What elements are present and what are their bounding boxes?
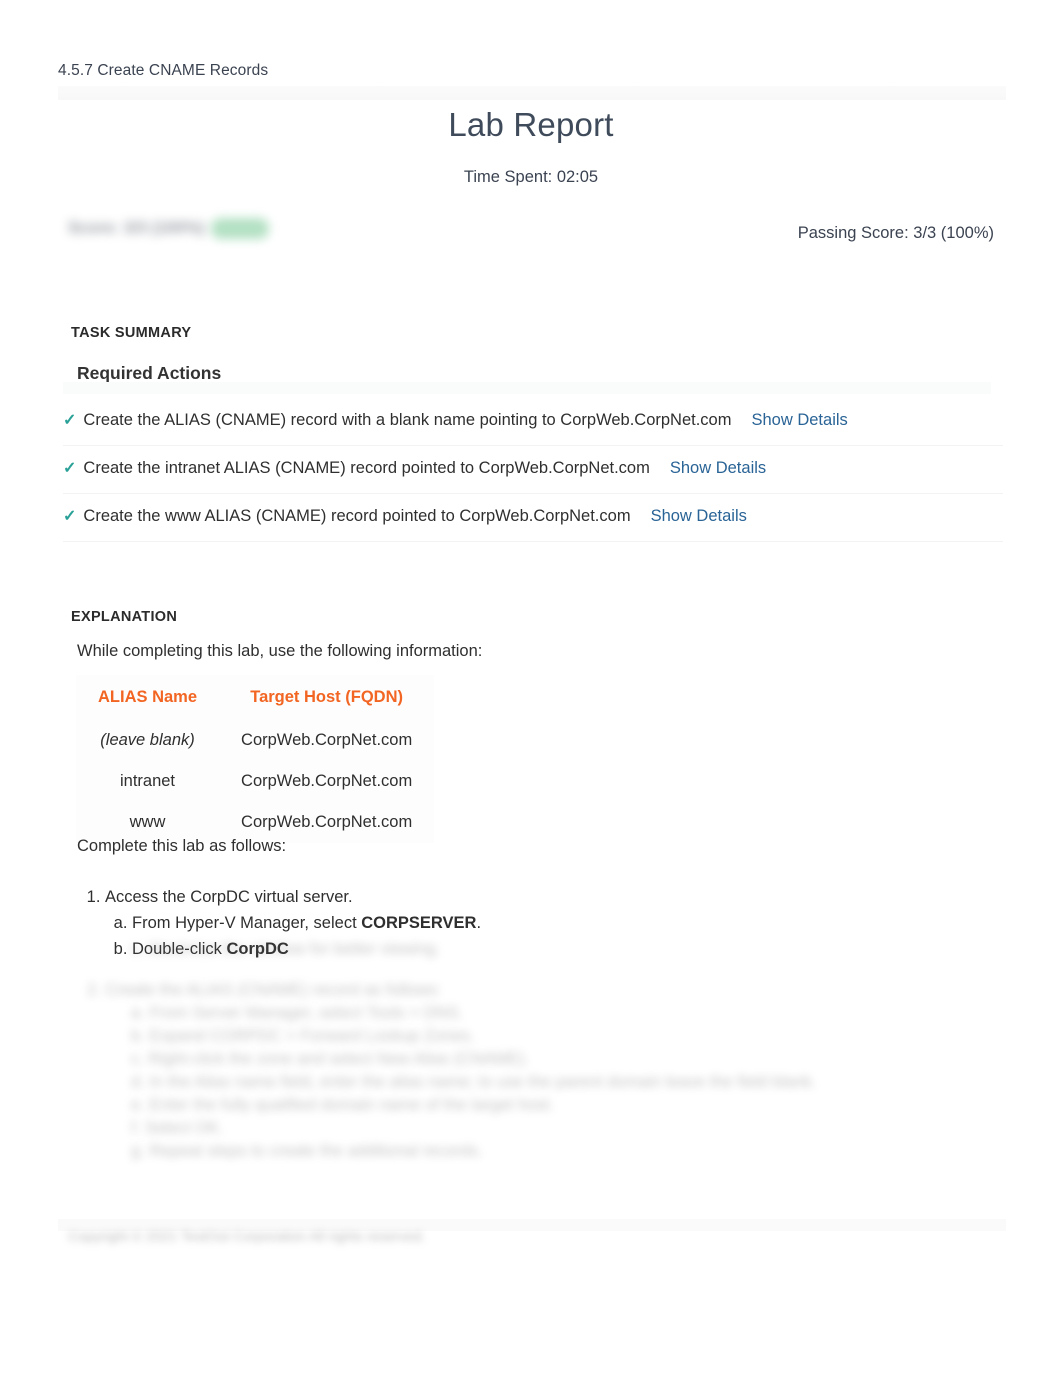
footer-copyright: Copyright © 2021 TestOut Corporation All… bbox=[68, 1228, 426, 1244]
obscured-step-line: g. Repeat steps to create the additional… bbox=[131, 1142, 483, 1160]
show-details-link[interactable]: Show Details bbox=[651, 507, 747, 525]
substep-pre: From Hyper-V Manager, select bbox=[132, 914, 362, 932]
obscured-step-line: c. Maximize the window for better viewin… bbox=[131, 940, 441, 958]
column-header-alias-name: ALIAS Name bbox=[98, 688, 198, 706]
score-redacted: Score: 3/3 (100%) Pass bbox=[68, 218, 294, 248]
task-label: Create the ALIAS (CNAME) record with a b… bbox=[83, 411, 732, 429]
page-title: Lab Report bbox=[448, 106, 614, 143]
table-row: intranet CorpWeb.CorpNet.com bbox=[76, 761, 434, 802]
required-actions-band bbox=[63, 382, 991, 394]
required-actions-subheader: Required Actions bbox=[77, 363, 222, 383]
obscured-step-line: 2. Create the ALIAS (CNAME) record as fo… bbox=[87, 981, 441, 999]
complete-lab-line: Complete this lab as follows: bbox=[77, 837, 287, 855]
breadcrumb: 4.5.7 Create CNAME Records bbox=[58, 62, 269, 79]
task-row: ✓ Create the intranet ALIAS (CNAME) recor… bbox=[63, 446, 1003, 494]
pass-badge: Pass bbox=[210, 218, 270, 239]
table-row: (leave blank) CorpWeb.CorpNet.com bbox=[76, 720, 434, 761]
cell-alias-name: intranet bbox=[119, 772, 176, 790]
cell-alias-name: (leave blank) bbox=[100, 731, 195, 749]
passing-score-label: Passing Score: 3/3 (100%) bbox=[797, 224, 994, 242]
cell-target-host: CorpWeb.CorpNet.com bbox=[241, 731, 413, 749]
score-value: Score: 3/3 (100%) bbox=[68, 219, 205, 237]
lab-report-page: 4.5.7 Create CNAME Records Lab Report Ti… bbox=[0, 0, 1062, 1377]
check-icon: ✓ bbox=[63, 412, 77, 429]
time-spent-label: Time Spent: 02:05 bbox=[463, 168, 599, 186]
explanation-section-header: EXPLANATION bbox=[71, 609, 178, 625]
substep-bold: CORPSERVER bbox=[361, 914, 477, 932]
show-details-link[interactable]: Show Details bbox=[751, 411, 847, 429]
show-details-link[interactable]: Show Details bbox=[670, 459, 766, 477]
obscured-step-line: e. Enter the fully qualified domain name… bbox=[131, 1096, 554, 1114]
header-divider-band bbox=[58, 86, 1006, 100]
task-row: ✓ Create the ALIAS (CNAME) record with a … bbox=[63, 398, 1003, 446]
table-header-row: ALIAS Name Target Host (FQDN) bbox=[76, 675, 434, 720]
step-text: Access the CorpDC virtual server. bbox=[105, 888, 353, 906]
obscured-step-line: a. From Server Manager, select Tools > D… bbox=[131, 1004, 464, 1022]
explanation-intro: While completing this lab, use the follo… bbox=[77, 642, 483, 660]
task-label: Create the www ALIAS (CNAME) record poin… bbox=[83, 507, 631, 525]
obscured-step-line: c. Right-click the zone and select New A… bbox=[131, 1050, 529, 1068]
task-summary-section-header: TASK SUMMARY bbox=[71, 325, 192, 341]
alias-info-table: ALIAS Name Target Host (FQDN) (leave bla… bbox=[76, 675, 435, 843]
check-icon: ✓ bbox=[63, 460, 77, 477]
substep-post: . bbox=[476, 914, 482, 932]
check-icon: ✓ bbox=[63, 508, 77, 525]
required-actions-list: ✓ Create the ALIAS (CNAME) record with a … bbox=[63, 398, 1003, 542]
column-header-target-host: Target Host (FQDN) bbox=[250, 688, 403, 706]
cell-target-host: CorpWeb.CorpNet.com bbox=[241, 772, 413, 790]
substep-item: From Hyper-V Manager, select CORPSERVER. bbox=[132, 910, 977, 936]
obscured-steps-block: c. Maximize the window for better viewin… bbox=[77, 938, 977, 1163]
task-row: ✓ Create the www ALIAS (CNAME) record poi… bbox=[63, 494, 1003, 542]
obscured-step-line: d. In the Alias name field, enter the al… bbox=[131, 1073, 817, 1091]
task-label: Create the intranet ALIAS (CNAME) record… bbox=[83, 459, 650, 477]
obscured-step-line: f. Select OK. bbox=[131, 1119, 224, 1137]
obscured-step-line: b. Expand CORPDC > Forward Lookup Zones. bbox=[131, 1027, 475, 1045]
